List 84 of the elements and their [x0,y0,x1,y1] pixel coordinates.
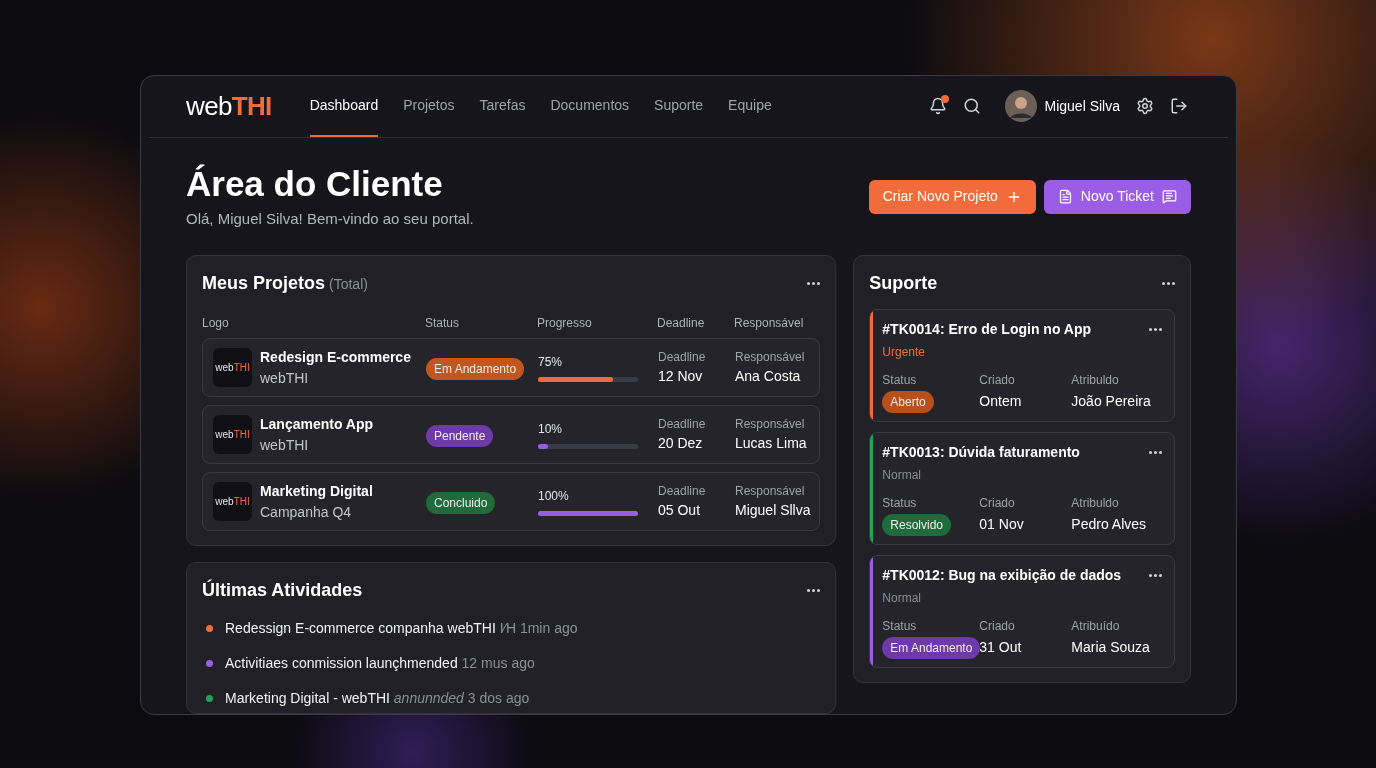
logo: webTHI [215,495,250,509]
nav-tab[interactable]: Equipe [728,76,772,137]
project-row[interactable]: webTHI Lançamento App webTHI Pendente 10% Deadline 20 Dez Responsável Lucas Lima [202,405,821,464]
card-subtitle: (Total) [329,275,368,294]
field-label: Criado [979,495,1016,512]
user-name[interactable]: Miguel Silva [1044,95,1120,117]
owner-name: Miguel Sllva [735,501,812,520]
column-header: Progresso [537,315,593,332]
ticket-priority: Normal [882,467,922,484]
nav-tab[interactable]: Projetos [403,76,455,137]
project-client: webTHI [260,435,310,455]
chat-icon [1162,189,1177,204]
ticket-priority: Urgente [882,344,926,361]
card-title: Últimas Atividades [202,578,363,602]
nav-tab[interactable]: Documentos [550,76,630,137]
activity-text: Marketing Digital - webTHI annunnded 3 dos ago [225,689,530,708]
status-badge: Em Andamento [882,637,981,659]
ticket-card[interactable]: #TK0012: Bug na exibição de dados Normal Status Criado Atribuído Em Andamento 31 Out Maria Souza [869,555,1175,668]
ticket-title: #TK0014: Erro de Login no App [882,320,1092,339]
status-badge: Resolvido [882,514,951,536]
ticket-title: #TK0013: Dúvida faturamento [882,443,1080,462]
search-button[interactable] [962,97,981,116]
ticket-priority: Normal [882,590,922,607]
field-label: Atribuldo [1071,372,1120,389]
column-header: Logo [202,315,230,332]
field-label: Atribuldo [1071,495,1120,512]
nav-tab[interactable]: Dashboard [309,76,379,137]
logo: webTHI [215,361,250,375]
project-name: Redesign E-commerce [260,347,411,367]
activity-text: Activitiaes conmission launçhmended 12 mus ago [225,654,535,673]
created-date: Ontem [979,392,1023,411]
column-header: Deadline [657,315,706,332]
column-header: Responsável [734,315,805,332]
more-icon [1149,451,1162,454]
owner-label: Responsável [735,483,806,500]
status-badge: Em Andamento [426,357,525,380]
owner-label: Responsável [735,416,806,433]
notification-button[interactable] [928,97,947,116]
activity-text: Redessign E-commerce companha webTHI I⁄H 1min ago [225,619,578,638]
project-name: Marketing Digital [260,481,373,501]
assignee-name: Maria Souza [1071,638,1151,657]
field-label: Criado [979,618,1016,635]
card-title: Suporte [869,272,938,295]
field-label: Status [882,372,918,389]
logo: webTHI [215,428,250,442]
created-date: 01 Nov [979,515,1025,534]
status-badge: Concluido [426,491,496,514]
field-label: Criado [979,372,1016,389]
nav-tab[interactable]: Tarefas [479,76,526,137]
more-icon [807,589,821,592]
assignee-name: Pedro Alves [1071,515,1148,534]
more-icon [1149,328,1162,331]
owner-name: Lucas Lima [735,434,808,453]
assignee-name: João Pereira [1071,392,1152,411]
status-badge: Pendente [426,424,494,447]
status-badge: Aberto [882,391,934,413]
project-client: Campanha Q4 [260,502,353,522]
created-date: 31 Out [979,638,1023,657]
more-icon [807,282,821,285]
owner-name: Ana Costa [735,367,802,386]
field-label: Atribuído [1071,618,1121,635]
settings-button[interactable] [1136,97,1154,116]
card-title: Meus Projetos [202,272,326,295]
field-label: Status [882,495,918,512]
nav-tab[interactable]: Suporte [654,76,704,137]
more-icon [1162,282,1175,285]
logout-button[interactable] [1170,97,1188,116]
ticket-title: #TK0012: Bug na exibição de dados [882,566,1122,585]
column-header: Status [425,315,461,332]
avatar[interactable] [1004,90,1037,123]
owner-label: Responsável [735,349,806,366]
project-row[interactable]: webTHI Marketing Digital Campanha Q4 Concluido 100% Deadline 05 Out Responsável Miguel Sllva [202,472,821,531]
page-subtitle: Olá, Miguel Silva! Bem-vindo ao seu portal. [186,208,474,229]
project-client: webTHI [260,368,310,388]
logo[interactable]: webTHI [186,86,272,126]
project-name: Lançamento App [260,414,374,434]
project-row[interactable]: webTHI Redesign E-commerce webTHI Em Andamento 75% Deadline 12 Nov Responsável Ana Costa [202,338,821,397]
page-title: Área do Cliente [186,162,444,205]
ticket-card[interactable]: #TK0013: Dúvida faturamento Normal Status Criado Atribuldo Resolvido 01 Nov Pedro Alves [869,432,1175,545]
document-icon [1057,189,1073,204]
more-icon [1149,574,1162,577]
field-label: Status [882,618,918,635]
ticket-card[interactable]: #TK0014: Erro de Login no App Urgente Status Criado Atribuldo Aberto Ontem João Pereira [869,309,1175,422]
new-ticket-button[interactable]: Novo Ticket [1043,179,1191,214]
